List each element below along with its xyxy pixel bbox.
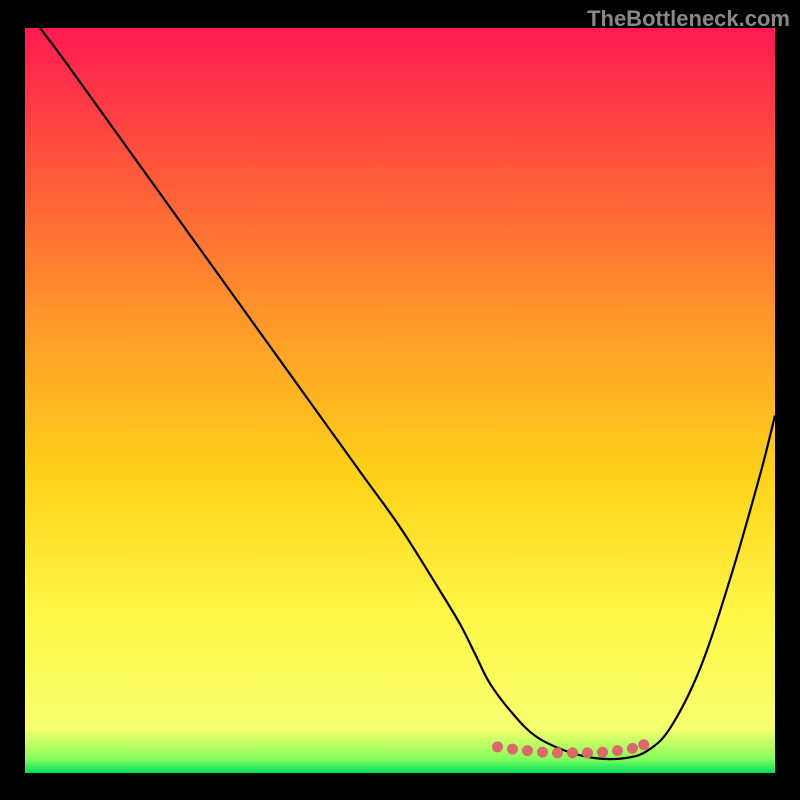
optimal-dot <box>567 747 578 758</box>
optimal-dot <box>597 747 608 758</box>
optimal-dot <box>582 747 593 758</box>
optimal-dot <box>507 744 518 755</box>
curve-layer <box>25 28 775 773</box>
chart-container: TheBottleneck.com <box>0 0 800 800</box>
optimal-dot <box>552 747 563 758</box>
optimal-dot <box>522 745 533 756</box>
plot-area <box>25 28 775 773</box>
optimal-dot <box>537 747 548 758</box>
watermark-text: TheBottleneck.com <box>587 6 790 32</box>
optimal-dot <box>638 739 649 750</box>
optimal-dot <box>627 743 638 754</box>
optimal-marker-dots <box>492 739 649 758</box>
optimal-dot <box>492 741 503 752</box>
bottleneck-curve <box>40 28 775 759</box>
optimal-dot <box>612 745 623 756</box>
